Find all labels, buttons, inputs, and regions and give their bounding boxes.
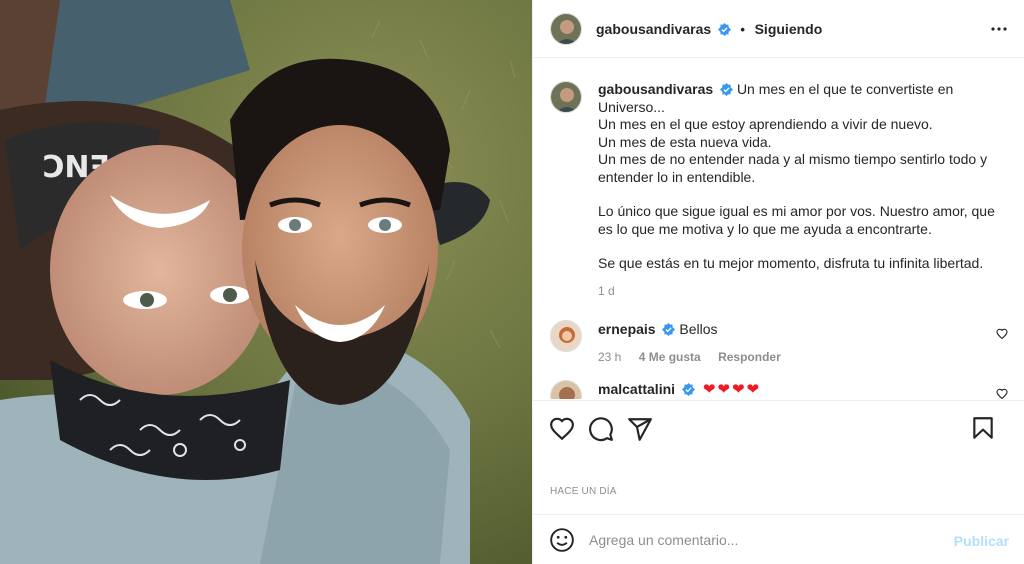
comment-text: Bellos — [679, 321, 718, 337]
avatar-image — [551, 321, 581, 351]
comment-meta: 23 h 4 Me gusta Responder — [598, 348, 998, 366]
caption-avatar[interactable] — [550, 81, 582, 113]
comment-text: ❤❤❤❤ — [702, 381, 762, 398]
post-side-panel: gabousandivaras • Siguiendo gabousandiva… — [532, 0, 1024, 564]
header-user: gabousandivaras • Siguiendo — [596, 21, 822, 37]
publish-button[interactable]: Publicar — [954, 533, 1009, 549]
comment-avatar[interactable] — [550, 380, 582, 399]
post-image: ENC — [0, 0, 532, 564]
comment-likes[interactable]: 4 Me gusta — [639, 350, 701, 364]
caption-body: gabousandivaras Un mes en el que te conv… — [598, 81, 1008, 300]
caption-line: Un mes de esta nueva vida. — [598, 133, 772, 150]
reply-button[interactable]: Responder — [718, 350, 781, 364]
caption-line: Lo único que sigue igual es mi amor por … — [598, 203, 995, 237]
comment-item: malcattalini ❤❤❤❤ — [550, 380, 1008, 399]
verified-badge-icon — [720, 83, 734, 96]
bookmark-icon[interactable] — [970, 415, 996, 441]
post-photo[interactable]: ENC — [0, 0, 532, 564]
caption-time[interactable]: 1 d — [598, 283, 1008, 301]
caption: gabousandivaras Un mes en el que te conv… — [550, 59, 1008, 300]
comment-username[interactable]: ernepais — [598, 321, 656, 337]
paper-plane-icon[interactable] — [627, 416, 653, 442]
avatar-image — [551, 381, 581, 399]
more-options-icon[interactable] — [991, 18, 1007, 32]
comment-input[interactable] — [589, 531, 929, 548]
caption-username[interactable]: gabousandivaras — [598, 81, 713, 97]
verified-badge-icon — [662, 323, 676, 336]
avatar[interactable] — [550, 12, 582, 45]
comment-avatar[interactable] — [550, 320, 582, 352]
add-comment-bar: Publicar — [533, 514, 1024, 564]
post-actions — [533, 400, 1024, 456]
post-date[interactable]: HACE UN DÍA — [550, 486, 617, 497]
header-separator: • — [740, 21, 745, 37]
verified-badge-icon — [681, 383, 695, 396]
emoji-icon[interactable] — [549, 527, 575, 553]
post-header: gabousandivaras • Siguiendo — [533, 0, 1024, 58]
following-button[interactable]: Siguiendo — [755, 21, 823, 37]
caption-line: Un mes de no entender nada y al mismo ti… — [598, 151, 988, 185]
verified-badge-icon — [717, 22, 731, 36]
post-modal: ENC gabousandivaras • Siguiendo gabousan… — [0, 0, 1024, 564]
caption-line: Se que estás en tu mejor momento, disfru… — [598, 255, 984, 271]
heart-icon[interactable] — [549, 416, 575, 442]
avatar-image — [551, 82, 581, 112]
comment-like-icon[interactable] — [996, 388, 1008, 399]
comments-list[interactable]: gabousandivaras Un mes en el que te conv… — [533, 59, 1024, 399]
comment-icon[interactable] — [588, 416, 614, 442]
comment-time[interactable]: 23 h — [598, 350, 621, 364]
comment-like-icon[interactable] — [996, 328, 1008, 340]
comment-body: malcattalini ❤❤❤❤ — [598, 380, 998, 399]
avatar-image — [551, 13, 581, 44]
comment-body: ernepais Bellos 23 h 4 Me gusta Responde… — [598, 320, 998, 366]
caption-line: Un mes en el que estoy aprendiendo a viv… — [598, 116, 933, 132]
header-username[interactable]: gabousandivaras — [596, 21, 711, 37]
comment-username[interactable]: malcattalini — [598, 381, 675, 397]
comment-item: ernepais Bellos 23 h 4 Me gusta Responde… — [550, 320, 1008, 366]
